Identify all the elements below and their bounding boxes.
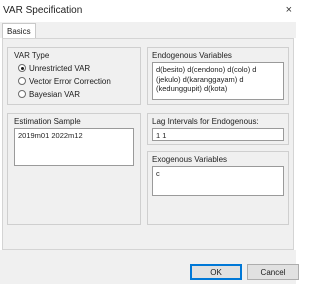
window-title: VAR Specification [3,5,83,16]
exogenous-variables-title: Exogenous Variables [152,155,228,164]
estimation-sample-title: Estimation Sample [14,117,81,126]
close-icon[interactable]: × [286,4,292,16]
endogenous-variables-title: Endogenous Variables [152,51,232,60]
exogenous-variables-group: Exogenous Variables c [147,151,289,225]
tab-basics[interactable]: Basics [2,23,36,39]
radio-bayesian-var-label: Bayesian VAR [29,89,80,99]
radio-vector-error-correction-label: Vector Error Correction [29,76,111,86]
var-specification-dialog: VAR Specification × Basics VAR Type Unre… [0,0,299,284]
estimation-sample-group: Estimation Sample 2019m01 2022m12 [7,113,141,225]
lag-intervals-input[interactable]: 1 1 [152,128,284,141]
radio-unselected-icon [18,77,26,85]
endogenous-variables-group: Endogenous Variables d(besito) d(cendono… [147,47,289,105]
lag-intervals-title: Lag Intervals for Endogenous: [152,117,259,126]
endogenous-variables-input[interactable]: d(besito) d(cendono) d(colo) d (jekulo) … [152,62,284,100]
radio-unrestricted-var[interactable]: Unrestricted VAR [18,63,90,73]
cancel-button[interactable]: Cancel [247,264,299,280]
var-type-title: VAR Type [14,51,50,60]
radio-vector-error-correction[interactable]: Vector Error Correction [18,76,111,86]
radio-unselected-icon [18,90,26,98]
var-type-group: VAR Type Unrestricted VAR Vector Error C… [7,47,141,105]
lag-intervals-group: Lag Intervals for Endogenous: 1 1 [147,113,289,145]
radio-unrestricted-var-label: Unrestricted VAR [29,63,91,73]
radio-bayesian-var[interactable]: Bayesian VAR [18,89,80,99]
basics-panel: VAR Type Unrestricted VAR Vector Error C… [2,38,294,250]
exogenous-variables-input[interactable]: c [152,166,284,196]
radio-selected-icon [18,64,26,72]
tab-strip [0,22,296,38]
estimation-sample-input[interactable]: 2019m01 2022m12 [14,128,134,166]
ok-button[interactable]: OK [190,264,242,280]
title-bar: VAR Specification × [0,0,296,22]
